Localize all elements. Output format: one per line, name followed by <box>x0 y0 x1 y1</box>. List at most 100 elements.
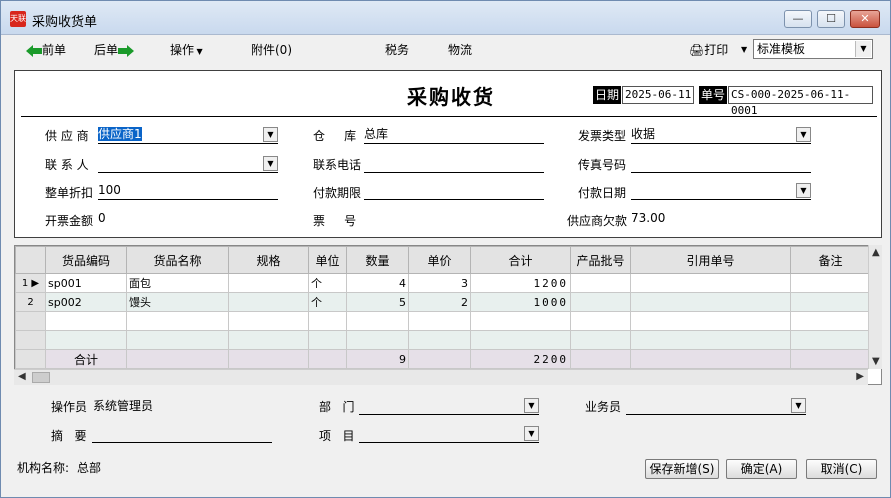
cell-spec[interactable] <box>228 292 309 312</box>
cell-ref-no[interactable] <box>630 292 791 312</box>
cell-code[interactable]: sp001 <box>45 273 127 293</box>
close-button[interactable]: ✕ <box>850 10 880 28</box>
col-header[interactable]: 货品名称 <box>126 246 229 274</box>
print-button[interactable]: 🖨打印 <box>689 42 728 58</box>
col-header[interactable]: 单位 <box>308 246 347 274</box>
dropdown-icon[interactable]: ▼ <box>796 183 811 198</box>
col-header[interactable]: 引用单号 <box>630 246 791 274</box>
cell-name[interactable]: 馒头 <box>126 292 229 312</box>
scroll-right-icon[interactable]: ▶ <box>856 371 864 382</box>
template-select[interactable]: 标准模板 ▼ <box>753 39 873 59</box>
caret-down-icon: ▼ <box>194 47 203 56</box>
scroll-down-icon[interactable]: ▼ <box>872 356 880 367</box>
minimize-button[interactable]: — <box>784 10 812 28</box>
supplier-field[interactable]: 供应商1 ▼ <box>98 126 278 144</box>
logistics-button[interactable]: 物流 <box>448 42 472 58</box>
toolbar: 前单 后单 操作 ▼ 附件(0) 税务 物流 🖨打印 ▼ 标准模板 ▼ <box>1 35 890 65</box>
form-title: 采购收货 <box>407 85 495 109</box>
cancel-button[interactable]: 取消(C) <box>806 459 877 479</box>
discount-field[interactable]: 100 <box>98 182 278 200</box>
ok-button[interactable]: 确定(A) <box>726 459 797 479</box>
col-header[interactable]: 备注 <box>790 246 871 274</box>
row-index: 2 <box>15 292 46 312</box>
print-dropdown-icon[interactable]: ▼ <box>741 42 747 58</box>
prev-label: 前单 <box>42 43 67 57</box>
cell-total[interactable]: 1200 <box>470 273 571 293</box>
phone-field[interactable] <box>364 155 544 173</box>
items-grid[interactable]: 货品编码 货品名称 规格 单位 数量 单价 合计 产品批号 引用单号 备注 1 … <box>14 245 882 385</box>
cell-qty[interactable]: 4 <box>346 273 409 293</box>
supplier-debt-value: 73.00 <box>631 211 666 225</box>
next-button[interactable]: 后单 <box>94 42 135 58</box>
discount-label: 整单折扣 <box>45 186 94 200</box>
table-row[interactable] <box>15 311 871 331</box>
dropdown-icon[interactable]: ▼ <box>263 127 278 142</box>
operate-menu-button[interactable]: 操作 ▼ <box>170 42 203 58</box>
dropdown-icon: ▼ <box>855 41 871 57</box>
cell-spec[interactable] <box>228 273 309 293</box>
col-header[interactable]: 货品编码 <box>45 246 127 274</box>
cell-ref-no[interactable] <box>630 273 791 293</box>
cell-price[interactable]: 2 <box>408 292 471 312</box>
app-logo-icon: 天联 <box>10 11 26 27</box>
dropdown-icon[interactable]: ▼ <box>263 156 278 171</box>
dropdown-icon[interactable]: ▼ <box>524 398 539 413</box>
total-label: 合计 <box>45 349 127 369</box>
project-field[interactable]: ▼ <box>359 425 539 443</box>
tax-button[interactable]: 税务 <box>385 42 409 58</box>
cell-unit[interactable]: 个 <box>308 273 347 293</box>
scroll-left-icon[interactable]: ◀ <box>18 371 26 382</box>
warehouse-field[interactable]: 总库 <box>364 126 544 144</box>
contact-field[interactable]: ▼ <box>98 155 278 173</box>
cell-code[interactable]: sp002 <box>45 292 127 312</box>
scroll-up-icon[interactable]: ▲ <box>872 247 880 258</box>
vertical-scrollbar[interactable]: ▲ ▼ <box>868 245 882 369</box>
form-panel: 采购收货 日期 2025-06-11 单号 CS-000-2025-06-11-… <box>14 70 882 238</box>
save-new-button[interactable]: 保存新增(S) <box>645 459 719 479</box>
cell-name[interactable]: 面包 <box>126 273 229 293</box>
table-row[interactable]: 1 ▶ sp001 面包 个 4 3 1200 <box>15 273 871 293</box>
cell-remark[interactable] <box>790 273 871 293</box>
maximize-button[interactable]: ☐ <box>817 10 845 28</box>
table-row[interactable]: 2 sp002 馒头 个 5 2 1000 <box>15 292 871 312</box>
pay-date-field[interactable]: ▼ <box>631 182 811 200</box>
cell-remark[interactable] <box>790 292 871 312</box>
scroll-thumb[interactable] <box>32 372 50 383</box>
date-field[interactable]: 2025-06-11 <box>622 86 694 104</box>
summary-field[interactable] <box>92 425 272 443</box>
table-row[interactable] <box>15 330 871 350</box>
cell-batch[interactable] <box>570 292 631 312</box>
cell-batch[interactable] <box>570 273 631 293</box>
cell-total[interactable]: 1000 <box>470 292 571 312</box>
right-arrow-icon <box>118 44 135 57</box>
pay-term-label: 付款期限 <box>313 186 362 200</box>
dropdown-icon[interactable]: ▼ <box>791 398 806 413</box>
contact-label: 联 系 人 <box>45 158 89 172</box>
dropdown-icon[interactable]: ▼ <box>524 426 539 441</box>
col-header[interactable]: 合计 <box>470 246 571 274</box>
attach-button[interactable]: 附件(0) <box>251 42 292 58</box>
horizontal-scrollbar[interactable]: ◀ ▶ <box>14 369 868 385</box>
date-label: 日期 <box>593 86 622 104</box>
title-divider <box>21 116 877 117</box>
prev-button[interactable]: 前单 <box>26 42 66 58</box>
dropdown-icon[interactable]: ▼ <box>796 127 811 142</box>
cell-price[interactable]: 3 <box>408 273 471 293</box>
operator-label: 操作员 <box>51 400 88 414</box>
cell-unit[interactable]: 个 <box>308 292 347 312</box>
col-header[interactable]: 规格 <box>228 246 309 274</box>
bill-no-field[interactable]: CS-000-2025-06-11-0001 <box>728 86 873 117</box>
fax-field[interactable] <box>631 155 811 173</box>
col-header[interactable]: 单价 <box>408 246 471 274</box>
col-header[interactable]: 数量 <box>346 246 409 274</box>
invoice-type-field[interactable]: 收据 ▼ <box>631 126 811 144</box>
title-bar: 天联 采购收货单 — ☐ ✕ <box>1 1 890 35</box>
salesman-field[interactable]: ▼ <box>626 397 806 415</box>
pay-term-field[interactable] <box>364 182 544 200</box>
cell-qty[interactable]: 5 <box>346 292 409 312</box>
no-label: 单号 <box>699 86 728 104</box>
dept-field[interactable]: ▼ <box>359 397 539 415</box>
dept-label: 部 门 <box>319 400 355 414</box>
row-header-corner <box>15 246 46 274</box>
col-header[interactable]: 产品批号 <box>570 246 631 274</box>
